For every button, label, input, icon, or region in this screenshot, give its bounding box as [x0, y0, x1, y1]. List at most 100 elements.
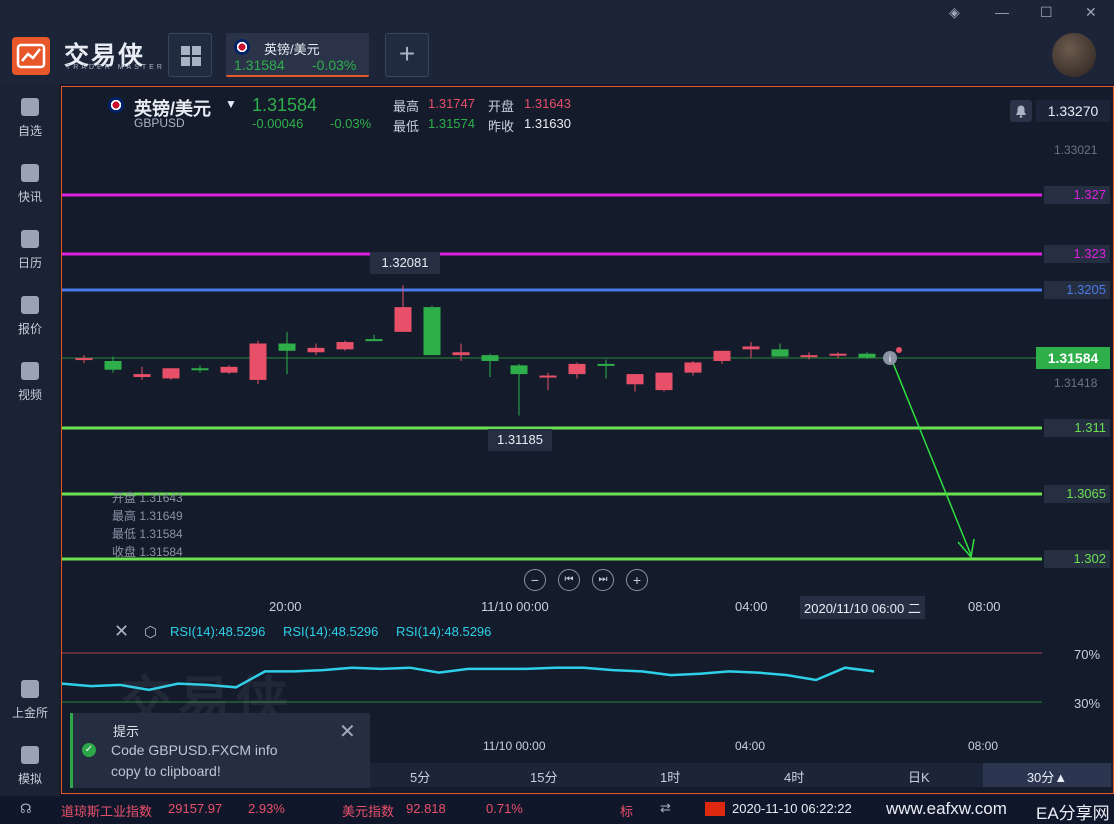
sidebar-label: 自选: [17, 124, 42, 138]
close-icon[interactable]: ✕: [1085, 4, 1097, 21]
index1-value: 29157.97: [168, 801, 223, 816]
time-label: 20:00: [269, 599, 302, 614]
bookmark-icon: [21, 98, 39, 116]
logo-mark-icon: [16, 43, 46, 69]
rsi-label: RSI(14):48.5296: [283, 624, 379, 639]
tf-5m[interactable]: 5分: [410, 767, 430, 786]
index3-name[interactable]: 标: [620, 801, 633, 820]
candle-body[interactable]: [713, 350, 731, 361]
sidebar-label: 报价: [17, 322, 42, 336]
symbol-tab[interactable]: 英镑/美元 1.31584 -0.03%: [226, 33, 369, 77]
add-tab-button[interactable]: +: [385, 33, 429, 77]
candle-body[interactable]: [597, 363, 615, 366]
zoom-out-icon[interactable]: −: [524, 569, 546, 591]
candle-body[interactable]: [568, 363, 586, 375]
ohlc-high: 最高 1.31649: [112, 509, 183, 523]
sidebar-item-quotes[interactable]: 报价: [0, 296, 60, 337]
rsi-label: RSI(14):48.5296: [170, 624, 266, 639]
rsi-level-top: 70%: [1074, 647, 1101, 662]
candle-body[interactable]: [626, 374, 644, 385]
candle-body[interactable]: [133, 374, 151, 377]
candle-body[interactable]: [75, 358, 93, 361]
candle-body[interactable]: [365, 339, 383, 342]
avatar[interactable]: [1052, 33, 1096, 77]
zoom-in-icon[interactable]: +: [626, 569, 648, 591]
sidebar-item-favorites[interactable]: 自选: [0, 98, 60, 139]
rsi-time-label: 11/10 00:00: [483, 739, 546, 753]
info-glyph: i: [889, 354, 891, 365]
scroll-left-icon[interactable]: ⏮: [558, 569, 580, 591]
scroll-right-icon[interactable]: ⏭: [592, 569, 614, 591]
skin-icon[interactable]: ◈: [949, 4, 960, 21]
index2-value: 92.818: [406, 801, 446, 816]
chart-panel: 英镑/美元 ▼ GBPUSD 1.31584 -0.00046 -0.03% 最…: [61, 86, 1114, 794]
sidebar-item-demo[interactable]: 模拟: [0, 746, 60, 787]
grid-icon: [181, 46, 201, 66]
status-datetime: 2020-11-10 06:22:22: [732, 801, 852, 816]
candle-body[interactable]: [249, 343, 267, 380]
candle-body[interactable]: [655, 372, 673, 391]
candle-body[interactable]: [104, 360, 122, 370]
toast-close-icon[interactable]: ✕: [339, 719, 356, 744]
close-indicator-icon[interactable]: ✕: [114, 621, 129, 642]
candle-body[interactable]: [162, 368, 180, 379]
projection-arrow[interactable]: [890, 357, 972, 556]
tab-price: 1.31584: [234, 57, 285, 73]
ohlc-readout: 开盘 1.31643 最高 1.31649 最低 1.31584 收盘 1.31…: [112, 489, 183, 561]
toast-title: 提示: [113, 724, 140, 739]
candle-body[interactable]: [307, 347, 325, 353]
candle-body[interactable]: [684, 362, 702, 373]
tf-15m[interactable]: 15分: [530, 767, 557, 786]
status-bar: ☊ 道琼斯工业指数 29157.97 2.93% 美元指数 92.818 0.7…: [0, 796, 1114, 824]
candle-body[interactable]: [510, 365, 528, 375]
sidebar-item-calendar[interactable]: 日历: [0, 230, 60, 271]
candle-body[interactable]: [394, 307, 412, 332]
candle-body[interactable]: [336, 342, 354, 350]
layout-grid-button[interactable]: [168, 33, 212, 77]
sidebar-item-sge[interactable]: 上金所: [0, 680, 60, 721]
line-label-1311: 1.311: [1044, 419, 1110, 437]
candle-body[interactable]: [742, 346, 760, 350]
tf-day[interactable]: 日K: [908, 767, 930, 786]
index1-name[interactable]: 道琼斯工业指数: [61, 801, 152, 820]
minimize-icon[interactable]: —: [995, 4, 1009, 20]
maximize-icon[interactable]: ☐: [1040, 4, 1053, 21]
china-flag-icon: [705, 802, 725, 816]
translate-icon[interactable]: ⇄: [660, 800, 671, 816]
candle-body[interactable]: [191, 368, 209, 371]
ohlc-close: 收盘 1.31584: [112, 545, 183, 559]
candle-body[interactable]: [539, 375, 557, 378]
tf-1h[interactable]: 1时: [660, 767, 680, 786]
chart-controls: − ⏮ ⏭ +: [524, 569, 648, 591]
index2-name[interactable]: 美元指数: [342, 801, 394, 820]
tf-30m[interactable]: 30分▲: [983, 763, 1111, 787]
quote-chart-icon: [21, 296, 39, 314]
high-marker: 1.32081: [370, 252, 440, 274]
candle-body[interactable]: [858, 353, 876, 358]
settings-icon[interactable]: ⬡: [144, 623, 157, 641]
time-label: 04:00: [735, 599, 768, 614]
time-label: 11/10 00:00: [481, 599, 549, 614]
sidebar-item-video[interactable]: 视频: [0, 362, 60, 403]
uk-flag-icon: [234, 39, 250, 55]
tab-symbol: 英镑/美元: [264, 42, 320, 57]
ohlc-low: 最低 1.31584: [112, 527, 183, 541]
candle-body[interactable]: [278, 343, 296, 351]
candle-body[interactable]: [423, 307, 441, 356]
rsi-time-label: 08:00: [968, 739, 999, 753]
candle-body[interactable]: [800, 355, 818, 358]
candle-body[interactable]: [829, 353, 847, 356]
rsi-time-label: 04:00: [735, 739, 766, 753]
calendar-icon: [21, 230, 39, 248]
candle-body[interactable]: [771, 349, 789, 357]
candle-body[interactable]: [481, 355, 499, 361]
candle-body[interactable]: [220, 366, 238, 373]
headset-icon[interactable]: ☊: [20, 801, 32, 817]
sidebar-item-news[interactable]: 快讯: [0, 164, 60, 205]
line-label-1323: 1.323: [1044, 245, 1110, 263]
low-marker: 1.31185: [488, 429, 552, 451]
tf-4h[interactable]: 4时: [784, 767, 804, 786]
sidebar: 自选 快讯 日历 报价 视频 上金所 模拟: [0, 84, 60, 796]
rsi-level-bottom: 30%: [1074, 696, 1101, 711]
candle-body[interactable]: [452, 352, 470, 356]
